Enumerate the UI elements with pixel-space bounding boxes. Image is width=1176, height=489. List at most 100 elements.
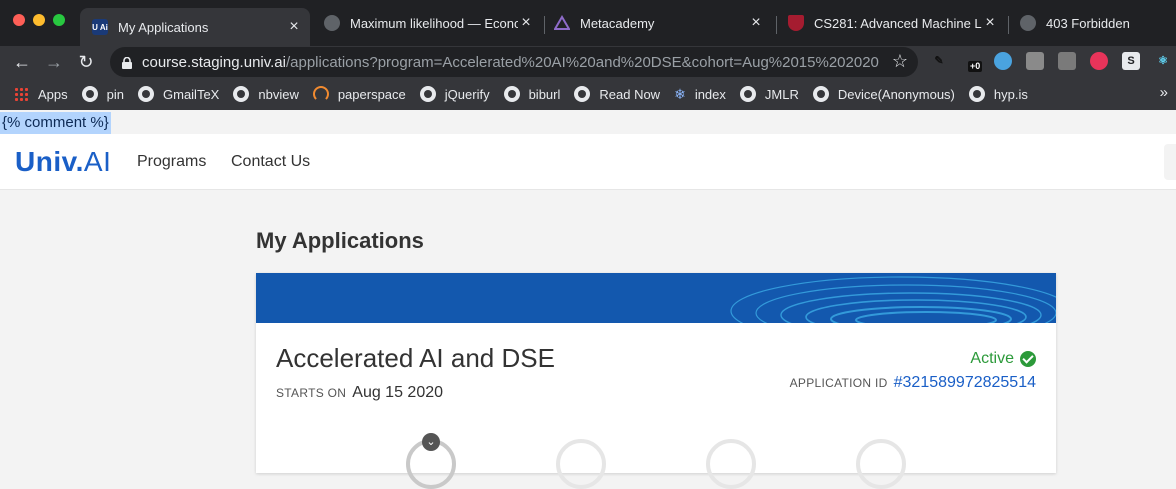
- bookmark-label: paperspace: [337, 86, 406, 102]
- bookmark-label: pin: [106, 86, 124, 102]
- application-id-label: APPLICATION ID: [789, 376, 888, 390]
- bookmark-label: Device(Anonymous): [837, 86, 955, 102]
- globe-icon: [324, 15, 340, 31]
- starts-on-value: Aug 15 2020: [352, 384, 444, 401]
- ublock-extension-icon[interactable]: +0: [962, 52, 983, 72]
- logo-light-text: AI: [83, 146, 112, 177]
- circle-extension-icon[interactable]: [994, 52, 1012, 70]
- site-header: Univ.AI Programs Contact Us: [0, 134, 1176, 190]
- s-extension-icon[interactable]: S: [1122, 52, 1140, 70]
- apps-grid-icon: [14, 87, 28, 101]
- tab-separator: [776, 16, 777, 34]
- extension-badge: +0: [968, 61, 983, 72]
- program-name: Accelerated AI and DSE: [276, 343, 555, 373]
- univ-ai-favicon: U Ai: [92, 19, 108, 35]
- bookmark-star-icon[interactable]: ☆: [892, 51, 908, 72]
- more-bookmarks-icon[interactable]: »: [1160, 84, 1168, 101]
- lock-icon: [122, 56, 132, 69]
- globe-icon: [503, 86, 520, 102]
- address-bar[interactable]: course.staging.univ.ai/applications?prog…: [110, 47, 918, 77]
- start-date: STARTS ON Aug 15 2020: [276, 384, 443, 402]
- tab-title: My Applications: [118, 19, 209, 35]
- bookmark-apps[interactable]: Apps: [14, 87, 68, 102]
- bookmark-label: Apps: [38, 86, 68, 102]
- browser-tab-my-applications[interactable]: U Ai My Applications ×: [80, 8, 310, 46]
- progress-step-3[interactable]: [706, 439, 756, 489]
- tab-title: Metacademy: [580, 15, 655, 31]
- globe-icon: [81, 86, 98, 102]
- harvard-shield-icon: [788, 15, 804, 31]
- close-tab-icon[interactable]: ×: [518, 14, 534, 32]
- status-text: Active: [970, 350, 1014, 367]
- header-right-control[interactable]: [1164, 144, 1176, 180]
- url-host: course.staging.univ.ai: [142, 53, 286, 71]
- url-path: /applications?program=Accelerated%20AI%2…: [285, 53, 879, 71]
- bookmark-label: jQuerify: [444, 86, 490, 102]
- application-card[interactable]: Accelerated AI and DSE STARTS ON Aug 15 …: [256, 273, 1056, 489]
- application-id: APPLICATION ID #321589972825514: [790, 374, 1036, 392]
- bookmark-device-anonymous-[interactable]: Device(Anonymous): [812, 86, 955, 102]
- metacademy-icon: [554, 15, 570, 31]
- globe-icon: [812, 86, 829, 102]
- maximize-window-button[interactable]: [53, 14, 65, 26]
- tab-separator: [1008, 16, 1009, 34]
- browser-tab-cs281[interactable]: CS281: Advanced Machine Le ×: [786, 8, 1002, 38]
- bookmark-label: GmailTeX: [163, 86, 220, 102]
- bookmark-jquerify[interactable]: jQuerify: [419, 86, 490, 102]
- forward-arrow-icon[interactable]: →: [42, 50, 66, 74]
- globe-icon: [739, 86, 756, 102]
- bookmark-paperspace[interactable]: paperspace: [312, 86, 406, 102]
- bookmark-jmlr[interactable]: JMLR: [739, 86, 799, 102]
- globe-icon: [419, 86, 436, 102]
- univ-ai-logo[interactable]: Univ.AI: [15, 146, 111, 178]
- tab-separator: [544, 16, 545, 34]
- bookmark-label: index: [694, 86, 726, 102]
- nav-link-contact-us[interactable]: Contact Us: [231, 153, 310, 171]
- globe-icon: [233, 86, 250, 102]
- bookmark-nbview[interactable]: nbview: [233, 86, 299, 102]
- react-devtools-icon[interactable]: ⚛: [1154, 52, 1172, 70]
- chevron-down-icon[interactable]: ⌄: [422, 433, 440, 451]
- stack-extension-icon[interactable]: [1058, 52, 1076, 70]
- bookmark-index[interactable]: ❄ index: [674, 86, 726, 103]
- browser-tab-strip: U Ai My Applications × Maximum likelihoo…: [0, 0, 1176, 46]
- application-id-value[interactable]: #321589972825514: [894, 374, 1036, 392]
- pen-extension-icon[interactable]: ✎: [930, 52, 948, 70]
- red-circle-extension-icon[interactable]: [1090, 52, 1108, 70]
- close-tab-icon[interactable]: ×: [982, 14, 998, 32]
- bookmark-gmailtex[interactable]: GmailTeX: [138, 86, 219, 102]
- progress-step-2[interactable]: [556, 439, 606, 489]
- browser-tab-metacademy[interactable]: Metacademy ×: [554, 8, 772, 38]
- nav-link-programs[interactable]: Programs: [137, 153, 206, 171]
- globe-icon: [1020, 15, 1036, 31]
- paperspace-icon: [312, 86, 329, 102]
- close-tab-icon[interactable]: ×: [748, 14, 764, 32]
- minimize-window-button[interactable]: [33, 14, 45, 26]
- browser-toolbar: ← → ↻ course.staging.univ.ai/application…: [0, 46, 1176, 78]
- bookmark-hyp-is[interactable]: hyp.is: [968, 86, 1028, 102]
- back-arrow-icon[interactable]: ←: [10, 50, 34, 74]
- close-window-button[interactable]: [13, 14, 25, 26]
- bookmarks-bar: Apps pin GmailTeX nbview paperspace jQuerify b…: [0, 78, 1176, 110]
- browser-tab-403-forbidden[interactable]: 403 Forbidden: [1018, 8, 1176, 38]
- progress-step-4[interactable]: [856, 439, 906, 489]
- application-status: Active: [970, 350, 1036, 368]
- snowflake-icon: ❄: [674, 85, 686, 102]
- bookmark-label: hyp.is: [993, 86, 1028, 102]
- bookmark-read-now[interactable]: Read Now: [574, 86, 660, 102]
- close-tab-icon[interactable]: ×: [286, 18, 302, 36]
- globe-icon: [968, 86, 985, 102]
- bookmark-biburl[interactable]: biburl: [503, 86, 560, 102]
- bookmark-label: JMLR: [764, 86, 799, 102]
- reload-icon[interactable]: ↻: [74, 50, 98, 74]
- logo-bold-text: Univ.: [15, 146, 84, 177]
- zotero-extension-icon[interactable]: [1026, 52, 1044, 70]
- bookmark-pin[interactable]: pin: [81, 86, 124, 102]
- bookmark-label: nbview: [258, 86, 299, 102]
- page-title: My Applications: [256, 228, 424, 253]
- check-circle-icon: [1020, 351, 1036, 367]
- globe-icon: [574, 86, 591, 102]
- swirl-graphic: [730, 276, 1056, 323]
- tab-title: 403 Forbidden: [1046, 15, 1130, 31]
- browser-tab-maximum-likelihood[interactable]: Maximum likelihood — Econom ×: [322, 8, 542, 38]
